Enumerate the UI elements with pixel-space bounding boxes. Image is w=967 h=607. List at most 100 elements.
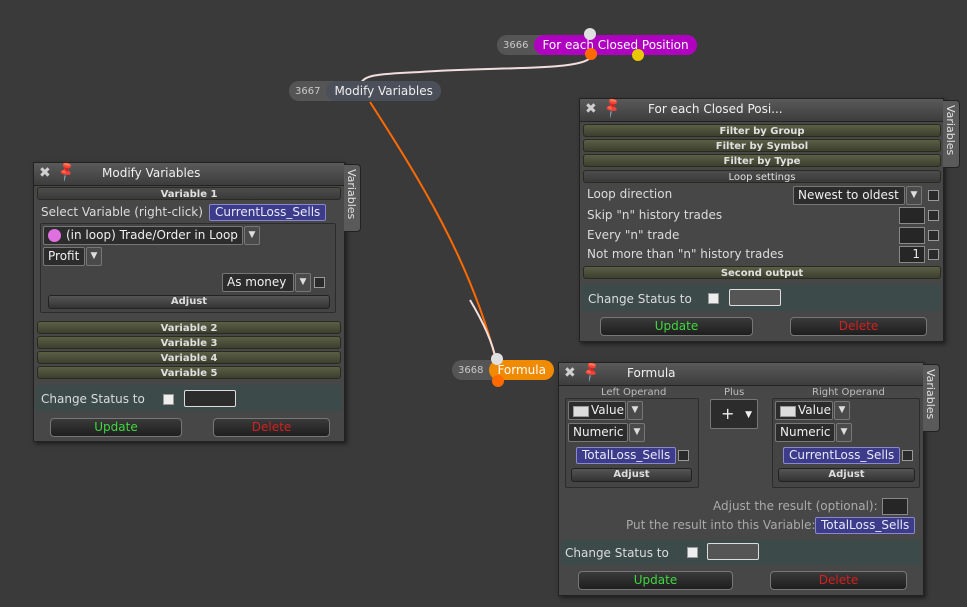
pin-icon[interactable]: 📌 xyxy=(55,160,78,183)
delete-button[interactable]: Delete xyxy=(770,571,907,590)
filter-by-symbol-header[interactable]: Filter by Symbol xyxy=(583,139,941,152)
not-more-than-input[interactable]: 1 xyxy=(899,246,925,263)
variable-4-header[interactable]: Variable 4 xyxy=(37,351,341,364)
panel-title-bar[interactable]: ✖ 📌 Modify Variables xyxy=(34,160,344,186)
pin-icon[interactable]: 📌 xyxy=(580,360,603,383)
status-color-box[interactable] xyxy=(729,289,781,306)
change-status-row: Change Status to xyxy=(36,385,342,411)
property-select[interactable]: Profit xyxy=(43,247,85,266)
put-result-label: Put the result into this Variable: xyxy=(626,518,816,532)
left-operand-frame: Value ▼ Numeric ▼ TotalLoss_Sells Adjust xyxy=(565,398,699,488)
variables-tab[interactable]: Variables xyxy=(943,100,960,168)
value-icon xyxy=(780,406,796,417)
status-color-box[interactable] xyxy=(184,390,236,407)
left-type-value: Value xyxy=(591,403,624,417)
node-input-port[interactable] xyxy=(584,28,596,40)
adjust-result-label: Adjust the result (optional): xyxy=(713,499,878,513)
source-value: (in loop) Trade/Order in Loop xyxy=(66,228,238,242)
left-variable-checkbox[interactable] xyxy=(678,450,689,461)
loop-icon xyxy=(48,229,61,242)
every-trade-input[interactable] xyxy=(899,227,925,244)
chevron-down-icon[interactable]: ▼ xyxy=(906,186,922,205)
chevron-down-icon[interactable]: ▼ xyxy=(627,401,643,420)
update-button[interactable]: Update xyxy=(50,418,182,437)
right-kind-select[interactable]: Numeric xyxy=(775,423,835,442)
left-variable-field[interactable]: TotalLoss_Sells xyxy=(576,447,677,464)
filter-by-type-header[interactable]: Filter by Type xyxy=(583,154,941,167)
mode-checkbox[interactable] xyxy=(314,277,325,288)
loop-direction-label: Loop direction xyxy=(587,187,673,201)
panel-title-bar[interactable]: ✖ 📌 Formula xyxy=(559,360,923,386)
change-status-checkbox[interactable] xyxy=(687,547,698,558)
variable-1-header[interactable]: Variable 1 xyxy=(37,187,341,200)
variables-tab-label: Variables xyxy=(924,369,937,420)
chevron-down-icon[interactable]: ▼ xyxy=(295,273,311,292)
node-second-output-port[interactable] xyxy=(632,49,644,61)
node-id: 3667 xyxy=(295,85,321,97)
chevron-down-icon[interactable]: ▼ xyxy=(86,247,102,266)
right-type-value: Value xyxy=(798,403,831,417)
second-output-header[interactable]: Second output xyxy=(583,266,941,279)
right-variable-checkbox[interactable] xyxy=(902,450,913,461)
close-icon[interactable]: ✖ xyxy=(564,365,576,381)
select-variable-label: Select Variable (right-click) xyxy=(41,205,203,219)
operator-select[interactable]: + ▼ xyxy=(710,399,758,429)
left-type-select[interactable]: Value xyxy=(568,401,626,420)
right-operand-frame: Value ▼ Numeric ▼ CurrentLoss_Sells Adju… xyxy=(772,398,920,488)
right-adjust-button[interactable]: Adjust xyxy=(778,468,915,482)
update-button[interactable]: Update xyxy=(600,317,753,336)
change-status-label: Change Status to xyxy=(41,392,145,406)
close-icon[interactable]: ✖ xyxy=(39,165,51,181)
node-output-port[interactable] xyxy=(492,375,504,387)
skip-trades-input[interactable] xyxy=(899,207,925,224)
change-status-checkbox[interactable] xyxy=(708,293,719,304)
wire-modify-to-formula xyxy=(369,101,497,361)
every-trade-checkbox[interactable] xyxy=(928,230,939,241)
left-adjust-button[interactable]: Adjust xyxy=(571,468,692,482)
variables-tab[interactable]: Variables xyxy=(344,164,361,232)
chevron-down-icon[interactable]: ▼ xyxy=(244,226,260,245)
variable-5-header[interactable]: Variable 5 xyxy=(37,366,341,379)
mode-select[interactable]: As money xyxy=(222,273,294,292)
loop-direction-checkbox[interactable] xyxy=(928,190,939,201)
update-button[interactable]: Update xyxy=(578,571,733,590)
left-kind-select[interactable]: Numeric xyxy=(568,423,628,442)
node-input-port[interactable] xyxy=(491,353,503,365)
loop-direction-select[interactable]: Newest to oldest xyxy=(793,186,905,205)
select-variable-field[interactable]: CurrentLoss_Sells xyxy=(209,204,327,221)
chevron-down-icon[interactable]: ▼ xyxy=(834,401,850,420)
skip-trades-checkbox[interactable] xyxy=(928,210,939,221)
chevron-down-icon[interactable]: ▼ xyxy=(836,423,852,442)
for-each-closed-position-panel: ✖ 📌 For each Closed Posi... Filter by Gr… xyxy=(579,96,944,342)
panel-title: Modify Variables xyxy=(102,166,201,180)
right-variable-field[interactable]: CurrentLoss_Sells xyxy=(783,447,901,464)
loop-settings-header[interactable]: Loop settings xyxy=(583,170,941,183)
value-icon xyxy=(573,406,589,417)
result-variable-field[interactable]: TotalLoss_Sells xyxy=(815,517,916,534)
status-color-box[interactable] xyxy=(707,543,759,560)
formula-panel: ✖ 📌 Formula Left Operand Plus Right Oper… xyxy=(558,360,924,596)
variable-2-header[interactable]: Variable 2 xyxy=(37,321,341,334)
delete-button[interactable]: Delete xyxy=(790,317,927,336)
source-select[interactable]: (in loop) Trade/Order in Loop xyxy=(43,226,243,245)
not-more-than-checkbox[interactable] xyxy=(928,249,939,260)
pin-icon[interactable]: 📌 xyxy=(601,96,624,119)
node-modify-variables[interactable]: 3667 Modify Variables xyxy=(289,81,441,101)
adjust-button[interactable]: Adjust xyxy=(48,295,330,309)
adjust-result-input[interactable] xyxy=(882,498,908,515)
panel-title-bar[interactable]: ✖ 📌 For each Closed Posi... xyxy=(580,96,943,122)
change-status-label: Change Status to xyxy=(588,292,692,306)
chevron-down-icon[interactable]: ▼ xyxy=(629,423,645,442)
delete-button[interactable]: Delete xyxy=(213,418,330,437)
variable-3-header[interactable]: Variable 3 xyxy=(37,336,341,349)
panel-title: Formula xyxy=(627,366,676,380)
left-operand-label: Left Operand xyxy=(601,387,667,398)
close-icon[interactable]: ✖ xyxy=(585,101,597,117)
right-type-select[interactable]: Value xyxy=(775,401,833,420)
node-output-port[interactable] xyxy=(585,48,597,60)
skip-trades-label: Skip "n" history trades xyxy=(587,208,723,222)
variables-tab[interactable]: Variables xyxy=(923,364,940,432)
filter-by-group-header[interactable]: Filter by Group xyxy=(583,124,941,137)
variable-1-settings: (in loop) Trade/Order in Loop ▼ Profit ▼… xyxy=(40,223,336,313)
change-status-checkbox[interactable] xyxy=(163,394,174,405)
